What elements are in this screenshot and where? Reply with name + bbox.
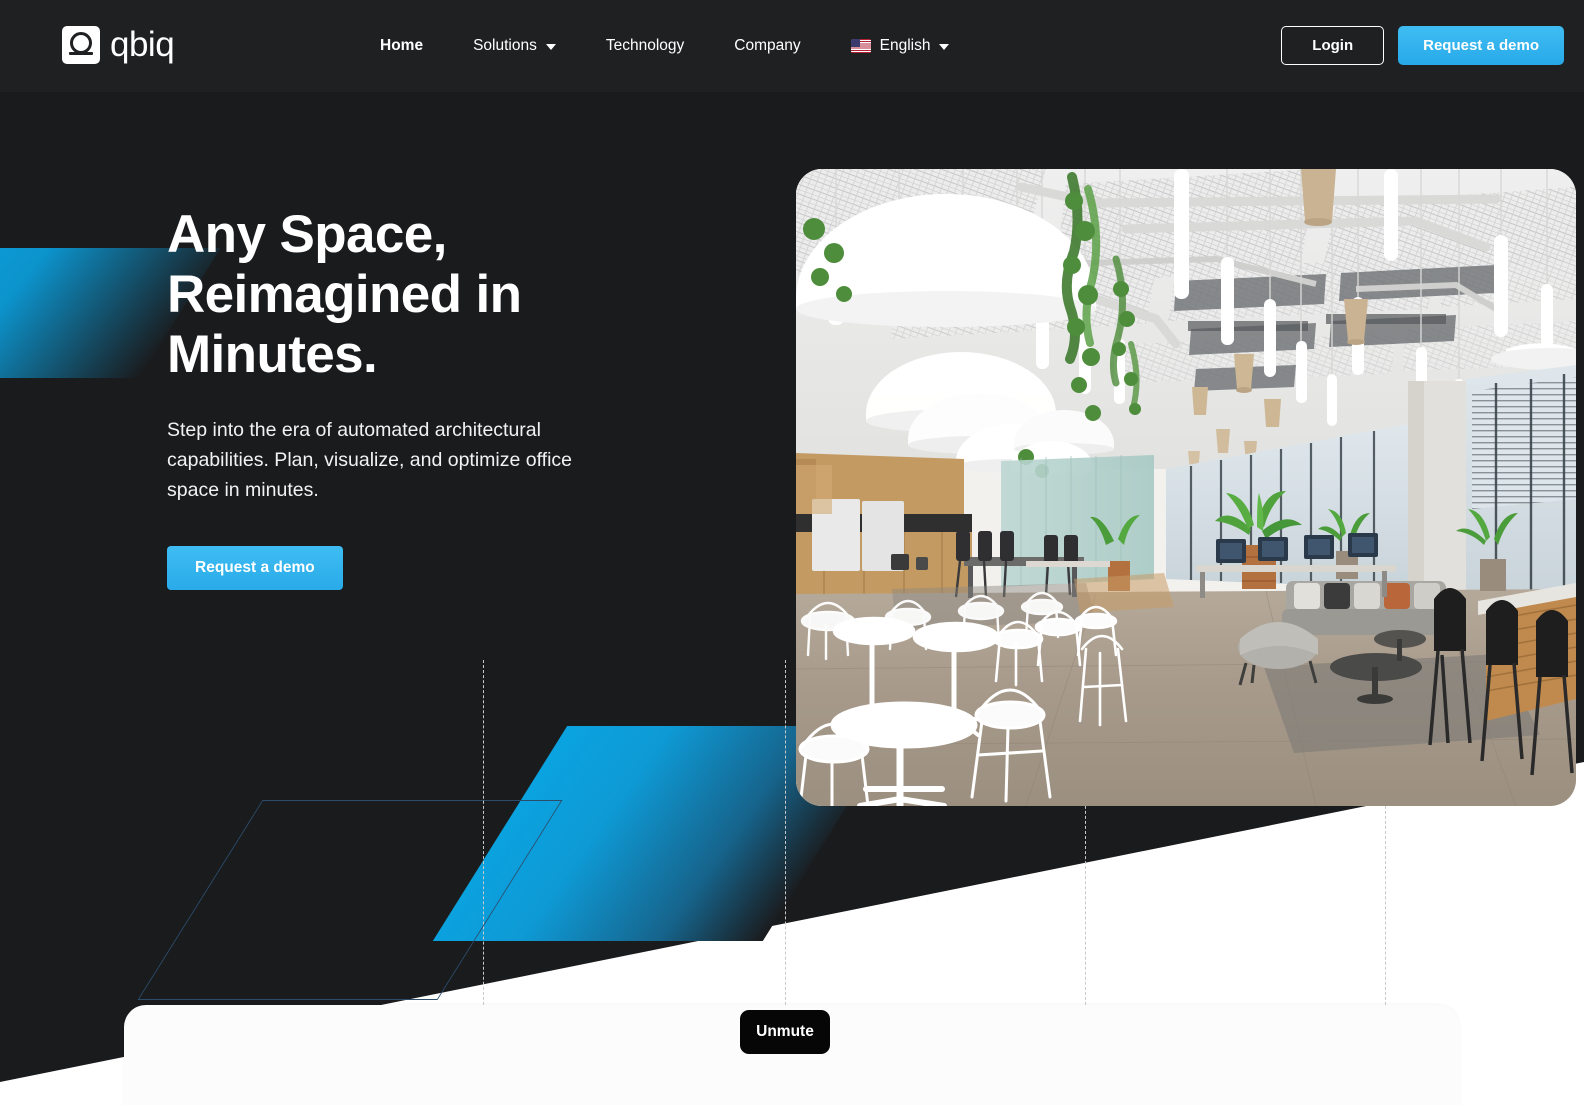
flag-canton — [850, 39, 860, 47]
nav-label-home: Home — [380, 37, 424, 54]
primary-navigation: Home Solutions Technology Company Englis… — [355, 0, 974, 92]
qbiq-circle-mark-icon — [62, 26, 100, 64]
hero-copy: Any Space, Reimagined in Minutes. Step i… — [167, 205, 727, 590]
logo-ring-shape — [70, 32, 92, 54]
request-demo-button-header[interactable]: Request a demo — [1398, 26, 1564, 65]
nav-item-technology[interactable]: Technology — [581, 0, 709, 92]
nav-label-solutions: Solutions — [473, 37, 537, 54]
language-label: English — [879, 37, 931, 54]
nav-label-company: Company — [734, 37, 801, 54]
nav-item-home[interactable]: Home — [355, 0, 448, 92]
nav-item-solutions[interactable]: Solutions — [448, 0, 581, 92]
hero-office-image — [796, 169, 1576, 806]
nav-item-company[interactable]: Company — [709, 0, 825, 92]
chevron-down-icon — [939, 44, 950, 50]
us-flag-icon — [850, 39, 871, 53]
page-root: qbiq Home Solutions Technology Company E… — [0, 0, 1584, 1105]
login-button[interactable]: Login — [1281, 26, 1385, 65]
logo-bar-shape — [69, 52, 93, 56]
header-actions: Login Request a demo — [1281, 26, 1564, 65]
unmute-button[interactable]: Unmute — [740, 1010, 830, 1054]
language-switcher[interactable]: English — [826, 0, 975, 92]
chevron-down-icon — [545, 44, 556, 50]
brand-logo[interactable]: qbiq — [62, 25, 175, 64]
site-header: qbiq Home Solutions Technology Company E… — [0, 0, 1584, 92]
hero-subtitle: Step into the era of automated architect… — [167, 419, 573, 501]
brand-name: qbiq — [110, 25, 175, 64]
page-title: Any Space, Reimagined in Minutes. — [167, 205, 522, 384]
nav-label-technology: Technology — [605, 37, 685, 54]
request-demo-button-hero[interactable]: Request a demo — [167, 546, 343, 590]
